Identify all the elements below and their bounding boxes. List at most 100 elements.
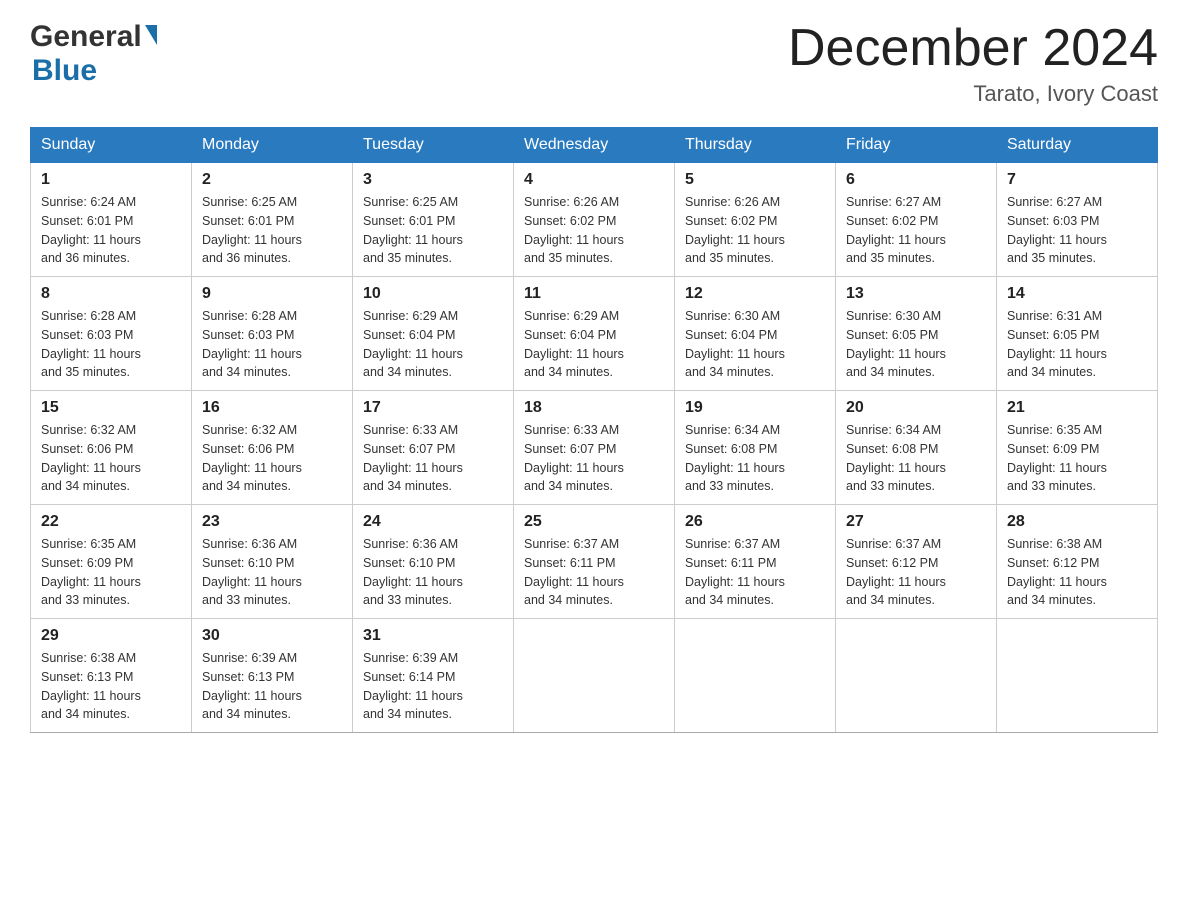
day-number: 2 bbox=[202, 171, 342, 189]
day-number: 30 bbox=[202, 627, 342, 645]
day-info: Sunrise: 6:27 AM Sunset: 6:03 PM Dayligh… bbox=[1007, 193, 1147, 268]
day-number: 5 bbox=[685, 171, 825, 189]
day-number: 26 bbox=[685, 513, 825, 531]
calendar-week-row: 8 Sunrise: 6:28 AM Sunset: 6:03 PM Dayli… bbox=[31, 277, 1158, 391]
calendar-cell: 6 Sunrise: 6:27 AM Sunset: 6:02 PM Dayli… bbox=[836, 163, 997, 277]
calendar-cell: 13 Sunrise: 6:30 AM Sunset: 6:05 PM Dayl… bbox=[836, 277, 997, 391]
day-number: 13 bbox=[846, 285, 986, 303]
day-info: Sunrise: 6:26 AM Sunset: 6:02 PM Dayligh… bbox=[524, 193, 664, 268]
calendar-cell: 3 Sunrise: 6:25 AM Sunset: 6:01 PM Dayli… bbox=[353, 163, 514, 277]
calendar-cell bbox=[514, 619, 675, 733]
day-number: 18 bbox=[524, 399, 664, 417]
day-number: 7 bbox=[1007, 171, 1147, 189]
month-title: December 2024 bbox=[788, 20, 1158, 77]
day-info: Sunrise: 6:37 AM Sunset: 6:11 PM Dayligh… bbox=[524, 535, 664, 610]
day-number: 16 bbox=[202, 399, 342, 417]
day-info: Sunrise: 6:39 AM Sunset: 6:13 PM Dayligh… bbox=[202, 649, 342, 724]
calendar-cell bbox=[675, 619, 836, 733]
day-number: 9 bbox=[202, 285, 342, 303]
col-header-thursday: Thursday bbox=[675, 128, 836, 163]
day-info: Sunrise: 6:29 AM Sunset: 6:04 PM Dayligh… bbox=[363, 307, 503, 382]
calendar-cell: 16 Sunrise: 6:32 AM Sunset: 6:06 PM Dayl… bbox=[192, 391, 353, 505]
day-number: 11 bbox=[524, 285, 664, 303]
col-header-monday: Monday bbox=[192, 128, 353, 163]
day-number: 25 bbox=[524, 513, 664, 531]
logo: General Blue bbox=[30, 20, 157, 88]
col-header-saturday: Saturday bbox=[997, 128, 1158, 163]
day-number: 6 bbox=[846, 171, 986, 189]
day-info: Sunrise: 6:37 AM Sunset: 6:11 PM Dayligh… bbox=[685, 535, 825, 610]
day-number: 1 bbox=[41, 171, 181, 189]
day-info: Sunrise: 6:39 AM Sunset: 6:14 PM Dayligh… bbox=[363, 649, 503, 724]
calendar-cell: 17 Sunrise: 6:33 AM Sunset: 6:07 PM Dayl… bbox=[353, 391, 514, 505]
logo-triangle-icon bbox=[145, 25, 157, 45]
calendar-week-row: 15 Sunrise: 6:32 AM Sunset: 6:06 PM Dayl… bbox=[31, 391, 1158, 505]
day-number: 4 bbox=[524, 171, 664, 189]
day-number: 22 bbox=[41, 513, 181, 531]
day-number: 3 bbox=[363, 171, 503, 189]
day-info: Sunrise: 6:30 AM Sunset: 6:05 PM Dayligh… bbox=[846, 307, 986, 382]
col-header-wednesday: Wednesday bbox=[514, 128, 675, 163]
day-info: Sunrise: 6:34 AM Sunset: 6:08 PM Dayligh… bbox=[685, 421, 825, 496]
day-info: Sunrise: 6:25 AM Sunset: 6:01 PM Dayligh… bbox=[363, 193, 503, 268]
day-number: 14 bbox=[1007, 285, 1147, 303]
day-info: Sunrise: 6:26 AM Sunset: 6:02 PM Dayligh… bbox=[685, 193, 825, 268]
day-info: Sunrise: 6:35 AM Sunset: 6:09 PM Dayligh… bbox=[1007, 421, 1147, 496]
day-info: Sunrise: 6:33 AM Sunset: 6:07 PM Dayligh… bbox=[524, 421, 664, 496]
calendar-cell: 2 Sunrise: 6:25 AM Sunset: 6:01 PM Dayli… bbox=[192, 163, 353, 277]
calendar-week-row: 1 Sunrise: 6:24 AM Sunset: 6:01 PM Dayli… bbox=[31, 163, 1158, 277]
col-header-tuesday: Tuesday bbox=[353, 128, 514, 163]
day-number: 19 bbox=[685, 399, 825, 417]
day-number: 29 bbox=[41, 627, 181, 645]
calendar-cell: 15 Sunrise: 6:32 AM Sunset: 6:06 PM Dayl… bbox=[31, 391, 192, 505]
day-info: Sunrise: 6:38 AM Sunset: 6:13 PM Dayligh… bbox=[41, 649, 181, 724]
col-header-sunday: Sunday bbox=[31, 128, 192, 163]
day-info: Sunrise: 6:27 AM Sunset: 6:02 PM Dayligh… bbox=[846, 193, 986, 268]
day-number: 10 bbox=[363, 285, 503, 303]
day-number: 12 bbox=[685, 285, 825, 303]
day-info: Sunrise: 6:32 AM Sunset: 6:06 PM Dayligh… bbox=[41, 421, 181, 496]
calendar-cell: 19 Sunrise: 6:34 AM Sunset: 6:08 PM Dayl… bbox=[675, 391, 836, 505]
day-number: 23 bbox=[202, 513, 342, 531]
title-section: December 2024 Tarato, Ivory Coast bbox=[788, 20, 1158, 107]
calendar-cell: 11 Sunrise: 6:29 AM Sunset: 6:04 PM Dayl… bbox=[514, 277, 675, 391]
day-info: Sunrise: 6:37 AM Sunset: 6:12 PM Dayligh… bbox=[846, 535, 986, 610]
calendar-table: SundayMondayTuesdayWednesdayThursdayFrid… bbox=[30, 127, 1158, 733]
day-info: Sunrise: 6:38 AM Sunset: 6:12 PM Dayligh… bbox=[1007, 535, 1147, 610]
day-number: 31 bbox=[363, 627, 503, 645]
day-number: 24 bbox=[363, 513, 503, 531]
calendar-cell: 21 Sunrise: 6:35 AM Sunset: 6:09 PM Dayl… bbox=[997, 391, 1158, 505]
day-number: 21 bbox=[1007, 399, 1147, 417]
calendar-cell: 24 Sunrise: 6:36 AM Sunset: 6:10 PM Dayl… bbox=[353, 505, 514, 619]
calendar-cell: 27 Sunrise: 6:37 AM Sunset: 6:12 PM Dayl… bbox=[836, 505, 997, 619]
calendar-cell: 1 Sunrise: 6:24 AM Sunset: 6:01 PM Dayli… bbox=[31, 163, 192, 277]
day-number: 28 bbox=[1007, 513, 1147, 531]
calendar-cell: 5 Sunrise: 6:26 AM Sunset: 6:02 PM Dayli… bbox=[675, 163, 836, 277]
calendar-cell bbox=[997, 619, 1158, 733]
day-info: Sunrise: 6:25 AM Sunset: 6:01 PM Dayligh… bbox=[202, 193, 342, 268]
day-number: 15 bbox=[41, 399, 181, 417]
calendar-cell: 30 Sunrise: 6:39 AM Sunset: 6:13 PM Dayl… bbox=[192, 619, 353, 733]
day-info: Sunrise: 6:30 AM Sunset: 6:04 PM Dayligh… bbox=[685, 307, 825, 382]
calendar-cell: 29 Sunrise: 6:38 AM Sunset: 6:13 PM Dayl… bbox=[31, 619, 192, 733]
calendar-cell: 12 Sunrise: 6:30 AM Sunset: 6:04 PM Dayl… bbox=[675, 277, 836, 391]
day-info: Sunrise: 6:28 AM Sunset: 6:03 PM Dayligh… bbox=[41, 307, 181, 382]
calendar-cell: 31 Sunrise: 6:39 AM Sunset: 6:14 PM Dayl… bbox=[353, 619, 514, 733]
day-number: 17 bbox=[363, 399, 503, 417]
day-info: Sunrise: 6:31 AM Sunset: 6:05 PM Dayligh… bbox=[1007, 307, 1147, 382]
day-info: Sunrise: 6:34 AM Sunset: 6:08 PM Dayligh… bbox=[846, 421, 986, 496]
day-number: 27 bbox=[846, 513, 986, 531]
day-info: Sunrise: 6:35 AM Sunset: 6:09 PM Dayligh… bbox=[41, 535, 181, 610]
location-title: Tarato, Ivory Coast bbox=[788, 81, 1158, 107]
calendar-cell: 10 Sunrise: 6:29 AM Sunset: 6:04 PM Dayl… bbox=[353, 277, 514, 391]
calendar-cell: 7 Sunrise: 6:27 AM Sunset: 6:03 PM Dayli… bbox=[997, 163, 1158, 277]
day-info: Sunrise: 6:24 AM Sunset: 6:01 PM Dayligh… bbox=[41, 193, 181, 268]
calendar-cell: 20 Sunrise: 6:34 AM Sunset: 6:08 PM Dayl… bbox=[836, 391, 997, 505]
calendar-cell: 28 Sunrise: 6:38 AM Sunset: 6:12 PM Dayl… bbox=[997, 505, 1158, 619]
calendar-cell bbox=[836, 619, 997, 733]
day-info: Sunrise: 6:33 AM Sunset: 6:07 PM Dayligh… bbox=[363, 421, 503, 496]
calendar-cell: 4 Sunrise: 6:26 AM Sunset: 6:02 PM Dayli… bbox=[514, 163, 675, 277]
logo-blue-text: Blue bbox=[30, 54, 97, 87]
day-number: 20 bbox=[846, 399, 986, 417]
calendar-week-row: 22 Sunrise: 6:35 AM Sunset: 6:09 PM Dayl… bbox=[31, 505, 1158, 619]
